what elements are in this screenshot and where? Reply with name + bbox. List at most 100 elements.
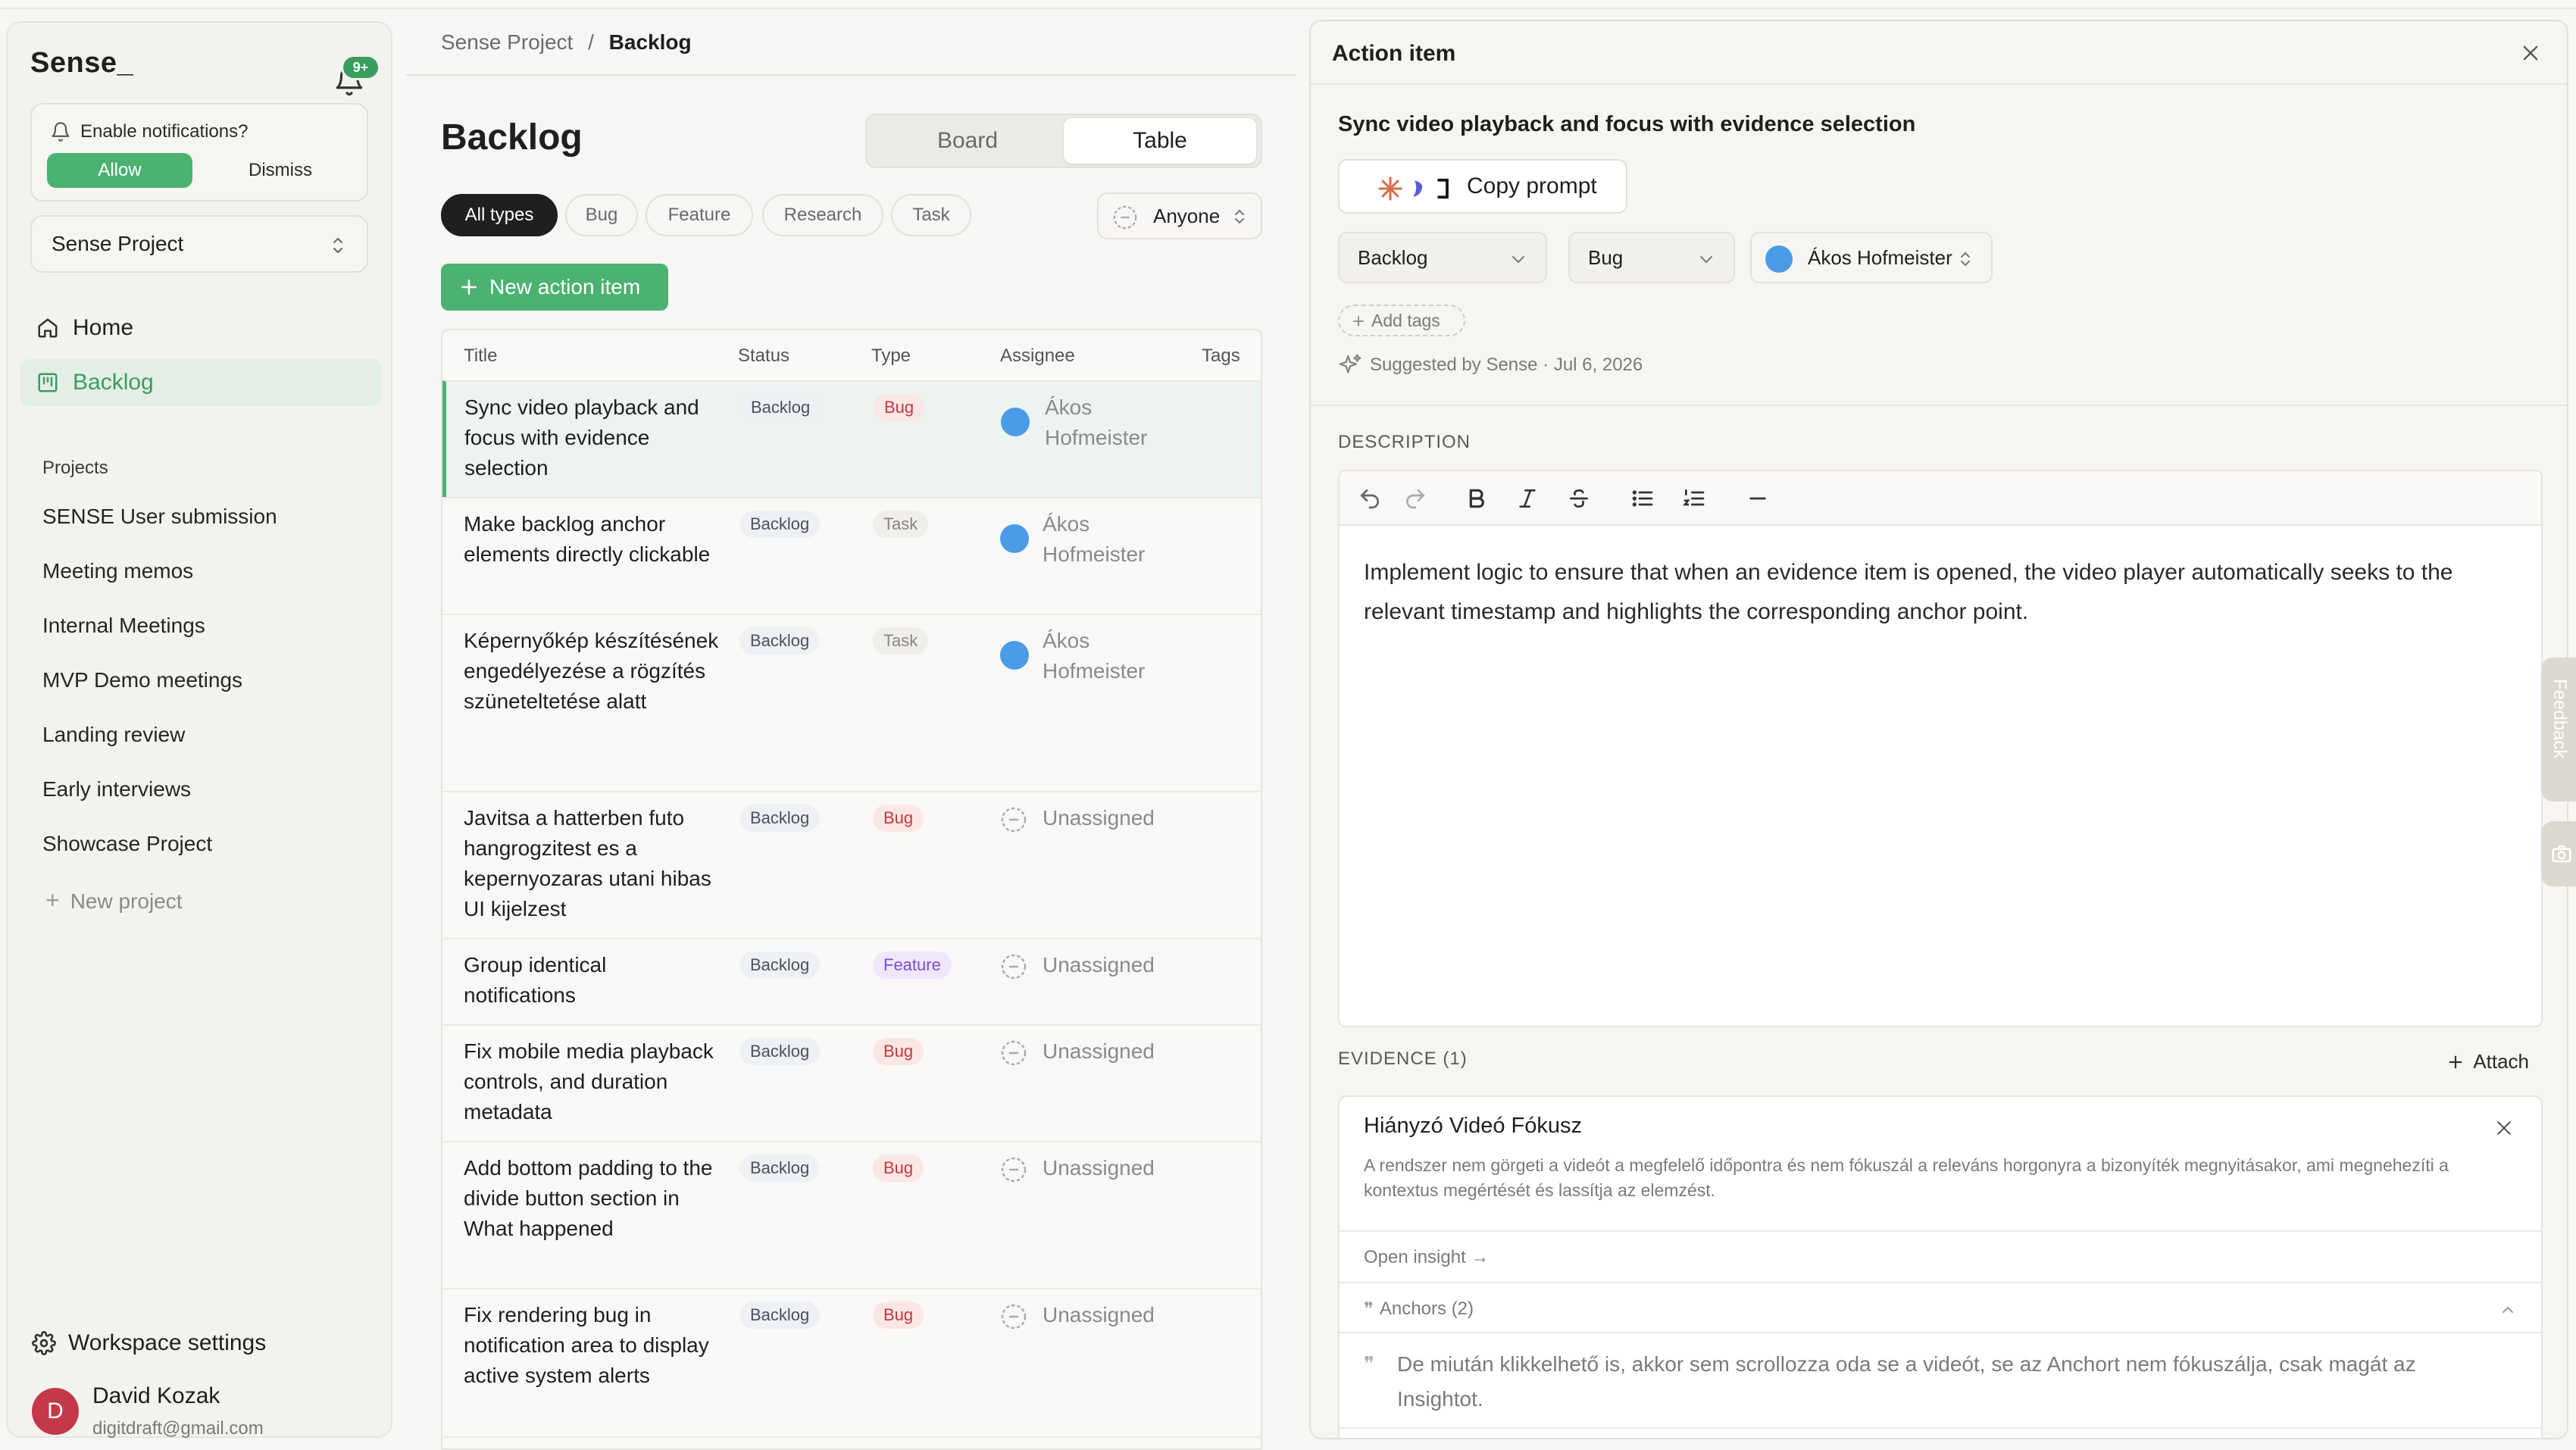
filter-task[interactable]: Task <box>891 194 971 236</box>
open-insight-link[interactable]: Open insight → <box>1364 1247 1489 1268</box>
sidebar-project-item[interactable]: Internal Meetings <box>42 614 205 638</box>
table-row[interactable]: Sync video playback and focus with evide… <box>442 380 1261 497</box>
copy-prompt-button[interactable]: Copy prompt <box>1338 159 1627 214</box>
close-icon[interactable] <box>2494 1118 2514 1138</box>
add-tags-label: Add tags <box>1371 310 1440 330</box>
status-badge: Backlog <box>739 1038 821 1065</box>
add-tags-button[interactable]: Add tags <box>1338 305 1465 336</box>
status-select-value: Backlog <box>1358 245 1428 269</box>
quote-icon: ❞ <box>1364 1298 1374 1320</box>
numbered-list-icon[interactable] <box>1682 486 1706 511</box>
table-row[interactable] <box>442 1436 1261 1448</box>
new-action-item-button[interactable]: New action item <box>441 264 668 311</box>
chevron-up-icon[interactable] <box>2500 1305 2515 1315</box>
bullet-list-icon[interactable] <box>1630 486 1655 511</box>
new-project-button[interactable]: + New project <box>45 886 183 914</box>
horizontal-rule-icon[interactable] <box>1746 486 1770 511</box>
row-title: Fix rendering bug in notification area t… <box>464 1303 709 1387</box>
evidence-divider <box>1340 1282 2541 1283</box>
feedback-label: Feedback <box>2549 679 2570 759</box>
view-board-button[interactable]: Board <box>871 118 1064 164</box>
sidebar-item-home[interactable]: Home <box>20 305 382 352</box>
chevron-up-down-icon <box>1235 209 1244 224</box>
table-row[interactable]: Fix mobile media playback controls, and … <box>442 1024 1261 1141</box>
quote-icon: ❞ <box>1364 1353 1374 1376</box>
description-text[interactable]: Implement logic to ensure that when an e… <box>1364 553 2515 632</box>
attach-button[interactable]: Attach <box>2447 1050 2529 1073</box>
allow-button[interactable]: Allow <box>47 153 192 188</box>
italic-icon[interactable] <box>1515 486 1540 511</box>
table-row[interactable]: Fix rendering bug in notification area t… <box>442 1288 1261 1436</box>
column-header-title[interactable]: Title <box>464 345 497 367</box>
avatar[interactable]: D <box>32 1388 79 1435</box>
view-table-button[interactable]: Table <box>1064 118 1256 164</box>
project-selector[interactable]: Sense Project <box>30 215 368 273</box>
view-toggle: Board Table <box>865 114 1262 168</box>
table-row[interactable]: Group identical notifications Backlog Fe… <box>442 938 1261 1024</box>
row-assignee: Unassigned <box>1043 1303 1155 1327</box>
filter-research[interactable]: Research <box>762 194 883 236</box>
table-row[interactable]: Képernyőkép készítésének engedélyezése a… <box>442 614 1261 791</box>
panel-header: Action item <box>1311 21 2567 85</box>
column-header-type[interactable]: Type <box>871 345 911 367</box>
sidebar-project-item[interactable]: Landing review <box>42 723 185 747</box>
workspace-settings-button[interactable]: Workspace settings <box>32 1330 266 1356</box>
claude-icon <box>1378 177 1402 201</box>
panel-title: Action item <box>1332 41 1456 66</box>
row-assignee: Unassigned <box>1043 806 1155 830</box>
notification-prompt: Enable notifications? Allow Dismiss <box>30 103 368 202</box>
anchor-quote[interactable]: De miután klikkelhető is, akkor sem scro… <box>1397 1347 2503 1417</box>
suggested-by-text: Suggested by Sense · Jul 6, 2026 <box>1370 355 1643 375</box>
plus-icon <box>2449 1055 2462 1068</box>
filter-feature[interactable]: Feature <box>646 194 753 236</box>
row-title: Képernyőkép készítésének engedélyezése a… <box>464 629 719 713</box>
sidebar-item-backlog[interactable]: Backlog <box>20 359 382 406</box>
table-row[interactable]: Add bottom padding to the divide button … <box>442 1141 1261 1288</box>
sidebar-project-item[interactable]: MVP Demo meetings <box>42 668 242 692</box>
user-email: digitdraft@gmail.com <box>92 1418 264 1439</box>
assignee-avatar <box>1000 641 1029 670</box>
evidence-divider <box>1340 1230 2541 1232</box>
type-badge: Feature <box>873 952 952 979</box>
sidebar-project-item[interactable]: Showcase Project <box>42 832 212 856</box>
backlog-icon <box>38 373 58 392</box>
description-editor[interactable]: Implement logic to ensure that when an e… <box>1338 470 2543 1027</box>
row-title: Add bottom padding to the divide button … <box>464 1156 713 1240</box>
sidebar-project-item[interactable]: Meeting memos <box>42 559 193 583</box>
brand-logo: Sense_ <box>30 47 134 79</box>
assignee-select[interactable]: Ákos Hofmeister <box>1750 232 1993 283</box>
filter-bug[interactable]: Bug <box>565 194 638 236</box>
table-row[interactable]: Make backlog anchor elements directly cl… <box>442 497 1261 614</box>
breadcrumb-parent[interactable]: Sense Project <box>441 30 573 54</box>
redo-icon[interactable] <box>1403 486 1427 511</box>
strikethrough-icon[interactable] <box>1567 486 1591 511</box>
breadcrumb-current: Backlog <box>608 30 692 54</box>
close-icon[interactable] <box>2520 42 2541 64</box>
column-header-assignee[interactable]: Assignee <box>1000 345 1075 367</box>
undo-icon[interactable] <box>1358 486 1382 511</box>
cursor-icon <box>1437 178 1449 199</box>
type-badge: Bug <box>873 1038 924 1065</box>
screenshot-tab[interactable] <box>2541 821 2576 886</box>
sidebar-project-item[interactable]: Early interviews <box>42 777 191 802</box>
action-item-title[interactable]: Sync video playback and focus with evide… <box>1338 112 1915 137</box>
description-label: DESCRIPTION <box>1338 432 1471 452</box>
sidebar-project-item[interactable]: SENSE User submission <box>42 505 277 529</box>
dismiss-button[interactable]: Dismiss <box>205 153 356 188</box>
column-header-tags[interactable]: Tags <box>1202 345 1240 367</box>
feedback-tab[interactable]: Feedback <box>2541 658 2576 802</box>
table-row[interactable]: Javitsa a hatterben futo hangrogzitest e… <box>442 791 1261 938</box>
filter-all-types[interactable]: All types <box>441 194 558 236</box>
unassigned-icon <box>1001 1040 1027 1066</box>
type-badge: Bug <box>873 1155 924 1182</box>
type-select[interactable]: Bug <box>1568 232 1735 283</box>
column-header-status[interactable]: Status <box>738 345 789 367</box>
copy-prompt-label: Copy prompt <box>1467 173 1597 198</box>
bold-icon[interactable] <box>1464 486 1488 511</box>
assignee-filter[interactable]: Anyone <box>1097 192 1262 239</box>
type-badge: Bug <box>873 1302 924 1329</box>
anchors-toggle[interactable]: ❞ Anchors (2) <box>1364 1298 1474 1320</box>
sidebar-item-label: Backlog <box>73 370 154 395</box>
plus-icon: + <box>45 886 60 914</box>
status-select[interactable]: Backlog <box>1338 232 1547 283</box>
